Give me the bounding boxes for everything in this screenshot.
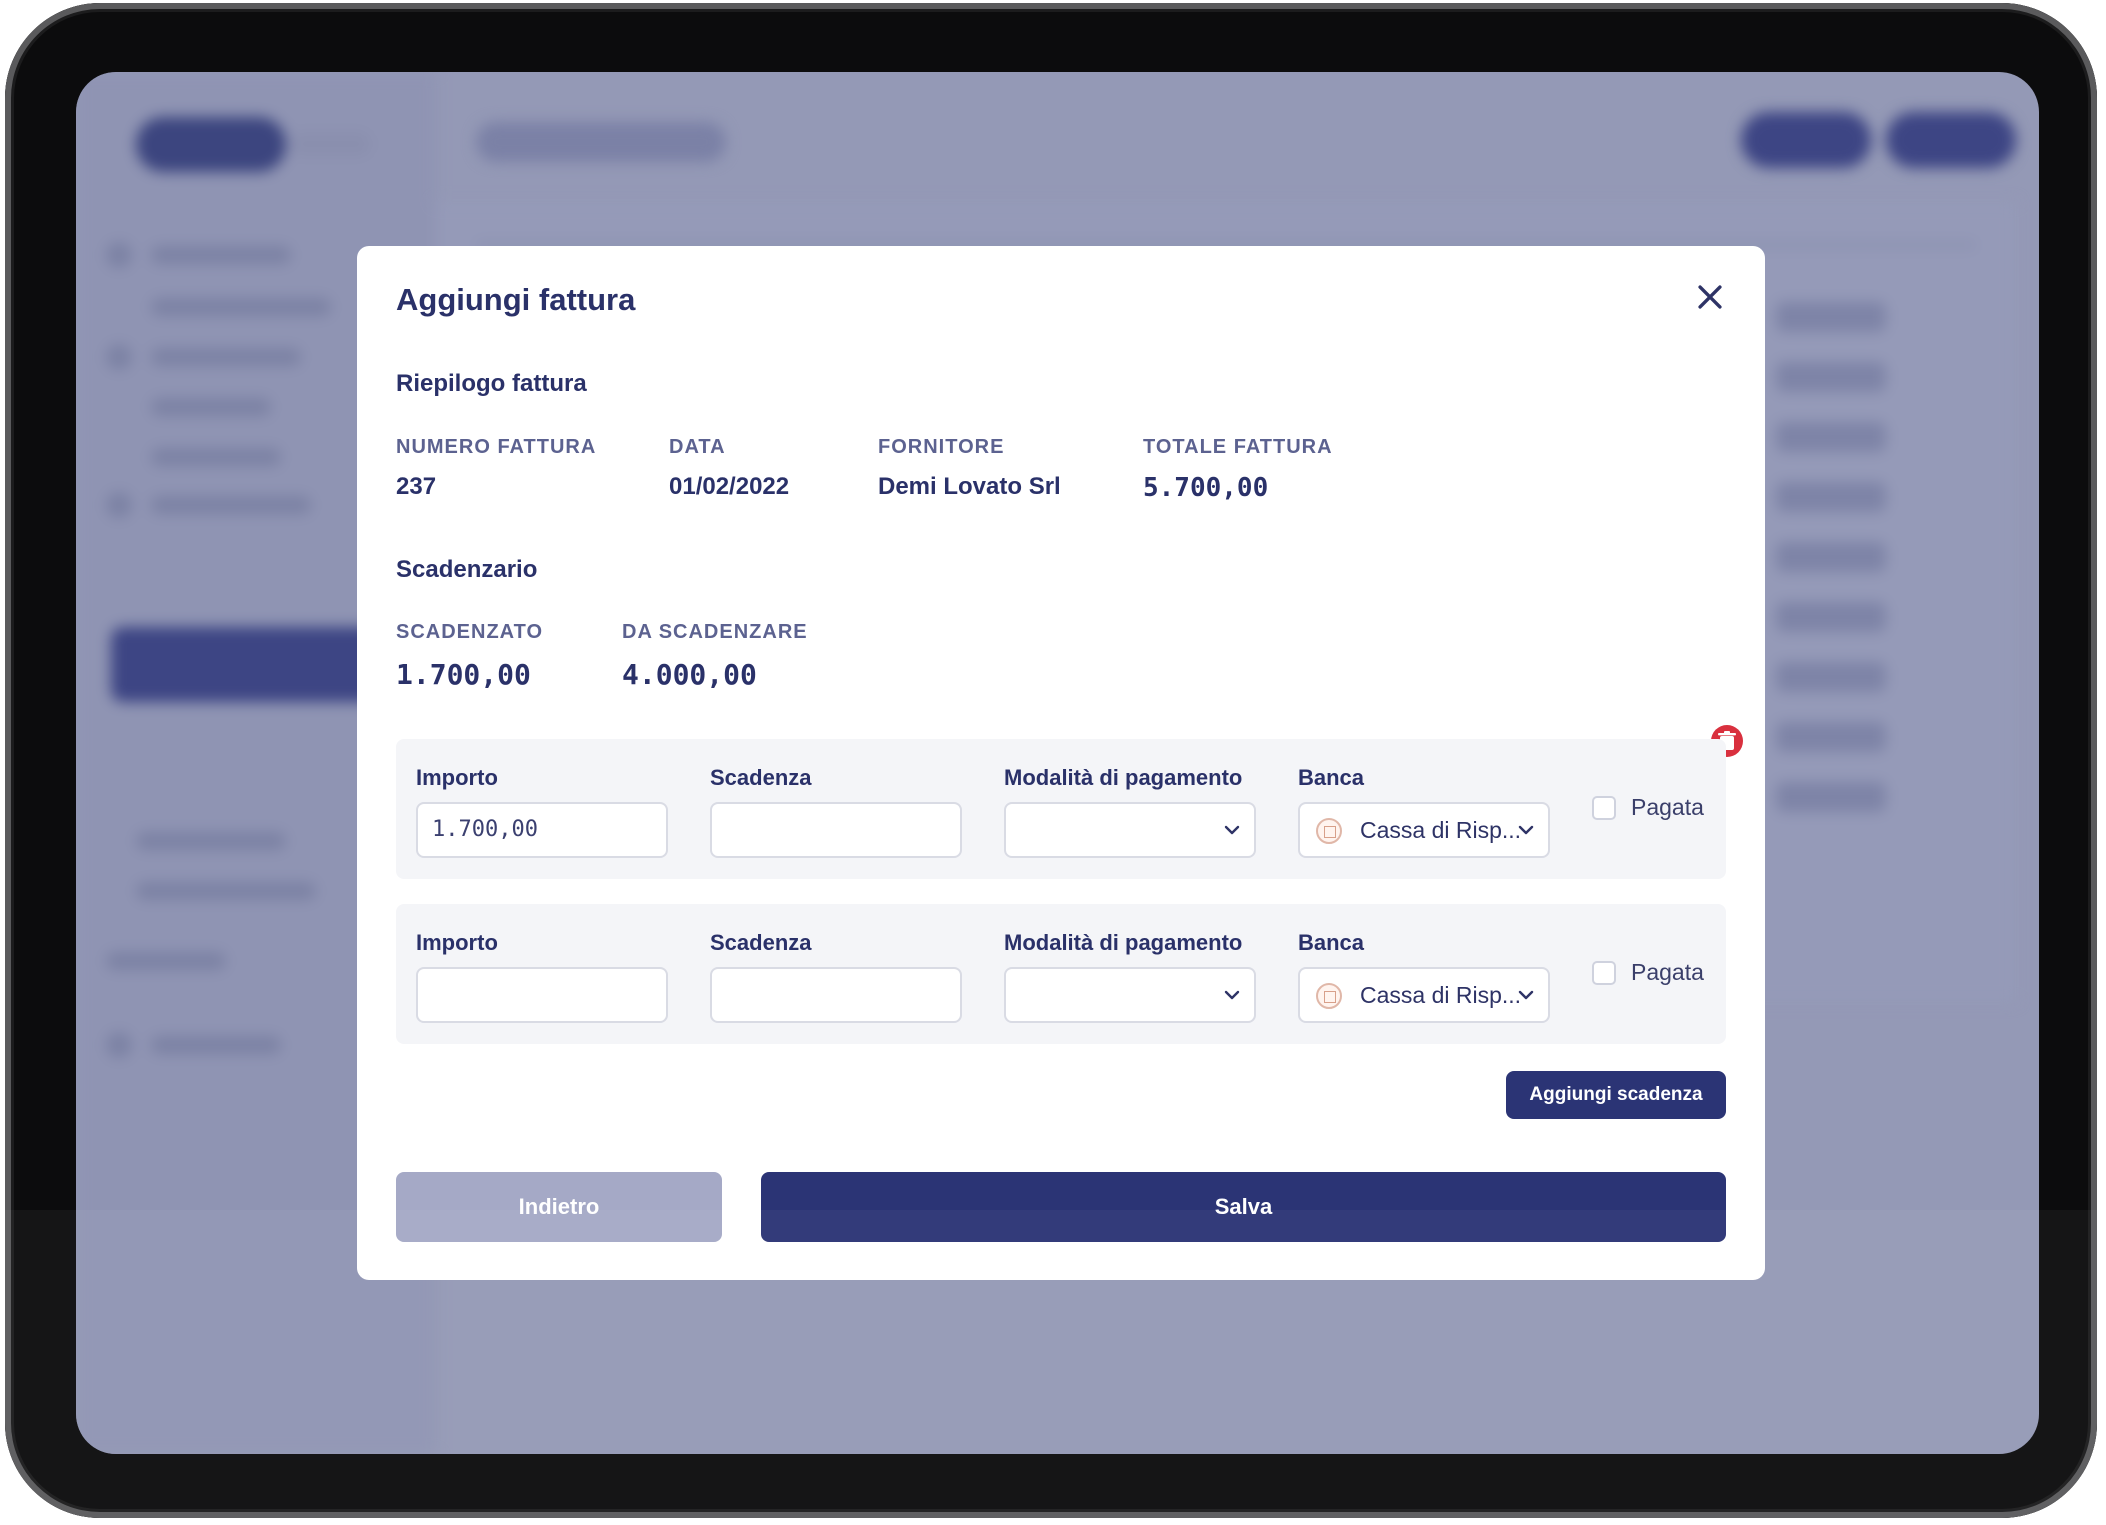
background-row-cell <box>1776 542 1886 572</box>
amount-label: Importo <box>416 765 498 790</box>
summary-label: TOTALE FATTURA <box>1143 436 1333 458</box>
close-icon[interactable] <box>1693 280 1727 314</box>
bank-logo-icon <box>1316 983 1342 1009</box>
invoice-summary-title: Riepilogo fattura <box>396 370 587 397</box>
summary-date: DATA 01/02/2022 <box>669 436 789 501</box>
chevron-down-icon <box>1224 825 1240 835</box>
due-date-label: Scadenza <box>710 930 812 955</box>
background-nav-item <box>106 952 226 970</box>
payment-method-select[interactable] <box>1004 967 1256 1023</box>
background-nav-icon <box>106 492 132 518</box>
paid-label: Pagata <box>1631 959 1704 985</box>
background-page-title <box>476 122 726 162</box>
paid-label: Pagata <box>1631 794 1704 820</box>
schedule-to-schedule: DA SCADENZARE 4.000,00 <box>622 621 808 691</box>
background-nav-item <box>136 832 286 850</box>
background-row-cell <box>1776 722 1886 752</box>
due-date-input[interactable] <box>710 967 962 1023</box>
schedule-value: 1.700,00 <box>396 658 531 691</box>
background-logo-text <box>291 132 371 156</box>
add-invoice-modal: Aggiungi fattura Riepilogo fattura NUMER… <box>357 246 1765 1280</box>
background-top-button <box>1886 112 2016 168</box>
background-nav-item <box>151 496 311 514</box>
tablet-screen: Aggiungi fattura Riepilogo fattura NUMER… <box>76 72 2039 1454</box>
bank-value: Cassa di Risp... <box>1360 817 1522 843</box>
background-nav-item <box>151 398 271 416</box>
modal-title: Aggiungi fattura <box>396 282 636 317</box>
summary-label: NUMERO FATTURA <box>396 436 597 458</box>
background-nav-icon <box>106 344 132 370</box>
schedule-label: DA SCADENZARE <box>622 621 808 643</box>
tablet-frame: Aggiungi fattura Riepilogo fattura NUMER… <box>5 3 2097 1518</box>
background-row-cell <box>1776 782 1886 812</box>
bank-label: Banca <box>1298 930 1365 955</box>
background-row-cell <box>1776 362 1886 392</box>
summary-label: DATA <box>669 436 726 458</box>
summary-invoice-total: TOTALE FATTURA 5.700,00 <box>1143 436 1333 503</box>
due-date-input[interactable] <box>710 802 962 858</box>
background-nav-item <box>151 246 291 264</box>
background-nav-icon <box>106 242 132 268</box>
schedule-scheduled: SCADENZATO 1.700,00 <box>396 621 543 691</box>
paid-checkbox[interactable] <box>1592 961 1616 985</box>
due-date-label: Scadenza <box>710 765 812 790</box>
schedule-label: SCADENZATO <box>396 621 544 643</box>
schedule-title: Scadenzario <box>396 556 538 583</box>
background-nav-item <box>151 348 301 366</box>
background-row-cell <box>1776 302 1886 332</box>
summary-value: 01/02/2022 <box>669 473 790 500</box>
amount-input[interactable]: 1.700,00 <box>416 802 668 858</box>
payment-method-select[interactable] <box>1004 802 1256 858</box>
amount-input[interactable] <box>416 967 668 1023</box>
summary-value: Demi Lovato Srl <box>878 473 1061 500</box>
background-row-cell <box>1776 602 1886 632</box>
summary-supplier: FORNITORE Demi Lovato Srl <box>878 436 1061 501</box>
summary-value: 5.700,00 <box>1143 473 1269 503</box>
background-row-cell <box>1776 482 1886 512</box>
chevron-down-icon <box>1224 990 1240 1000</box>
schedule-value: 4.000,00 <box>622 658 757 691</box>
save-button[interactable]: Salva <box>761 1172 1726 1242</box>
background-top-button <box>1741 112 1871 168</box>
background-row-cell <box>1776 662 1886 692</box>
summary-value: 237 <box>396 473 437 500</box>
background-logo <box>136 117 286 172</box>
background-nav-item <box>151 1036 281 1054</box>
amount-label: Importo <box>416 930 498 955</box>
add-deadline-button[interactable]: Aggiungi scadenza <box>1506 1071 1726 1119</box>
chevron-down-icon <box>1518 990 1534 1000</box>
bank-select[interactable]: Cassa di Risp... <box>1298 967 1550 1023</box>
payment-method-label: Modalità di pagamento <box>1004 765 1243 790</box>
payment-method-label: Modalità di pagamento <box>1004 930 1243 955</box>
background-row-cell <box>1776 422 1886 452</box>
bank-logo-icon <box>1316 818 1342 844</box>
paid-checkbox[interactable] <box>1592 796 1616 820</box>
background-nav-icon <box>106 1032 132 1058</box>
summary-invoice-number: NUMERO FATTURA 237 <box>396 436 596 501</box>
deadline-row: Importo Scadenza Modalità di pagamento B… <box>396 904 1726 1044</box>
bank-value: Cassa di Risp... <box>1360 982 1522 1008</box>
back-button[interactable]: Indietro <box>396 1172 722 1242</box>
chevron-down-icon <box>1518 825 1534 835</box>
background-nav-item <box>151 298 331 316</box>
background-nav-item <box>136 882 316 900</box>
bank-select[interactable]: Cassa di Risp... <box>1298 802 1550 858</box>
background-nav-item <box>151 448 281 466</box>
bank-label: Banca <box>1298 765 1365 790</box>
deadline-row: Importo 1.700,00 Scadenza Modalità di pa… <box>396 739 1726 879</box>
summary-label: FORNITORE <box>878 436 1005 458</box>
